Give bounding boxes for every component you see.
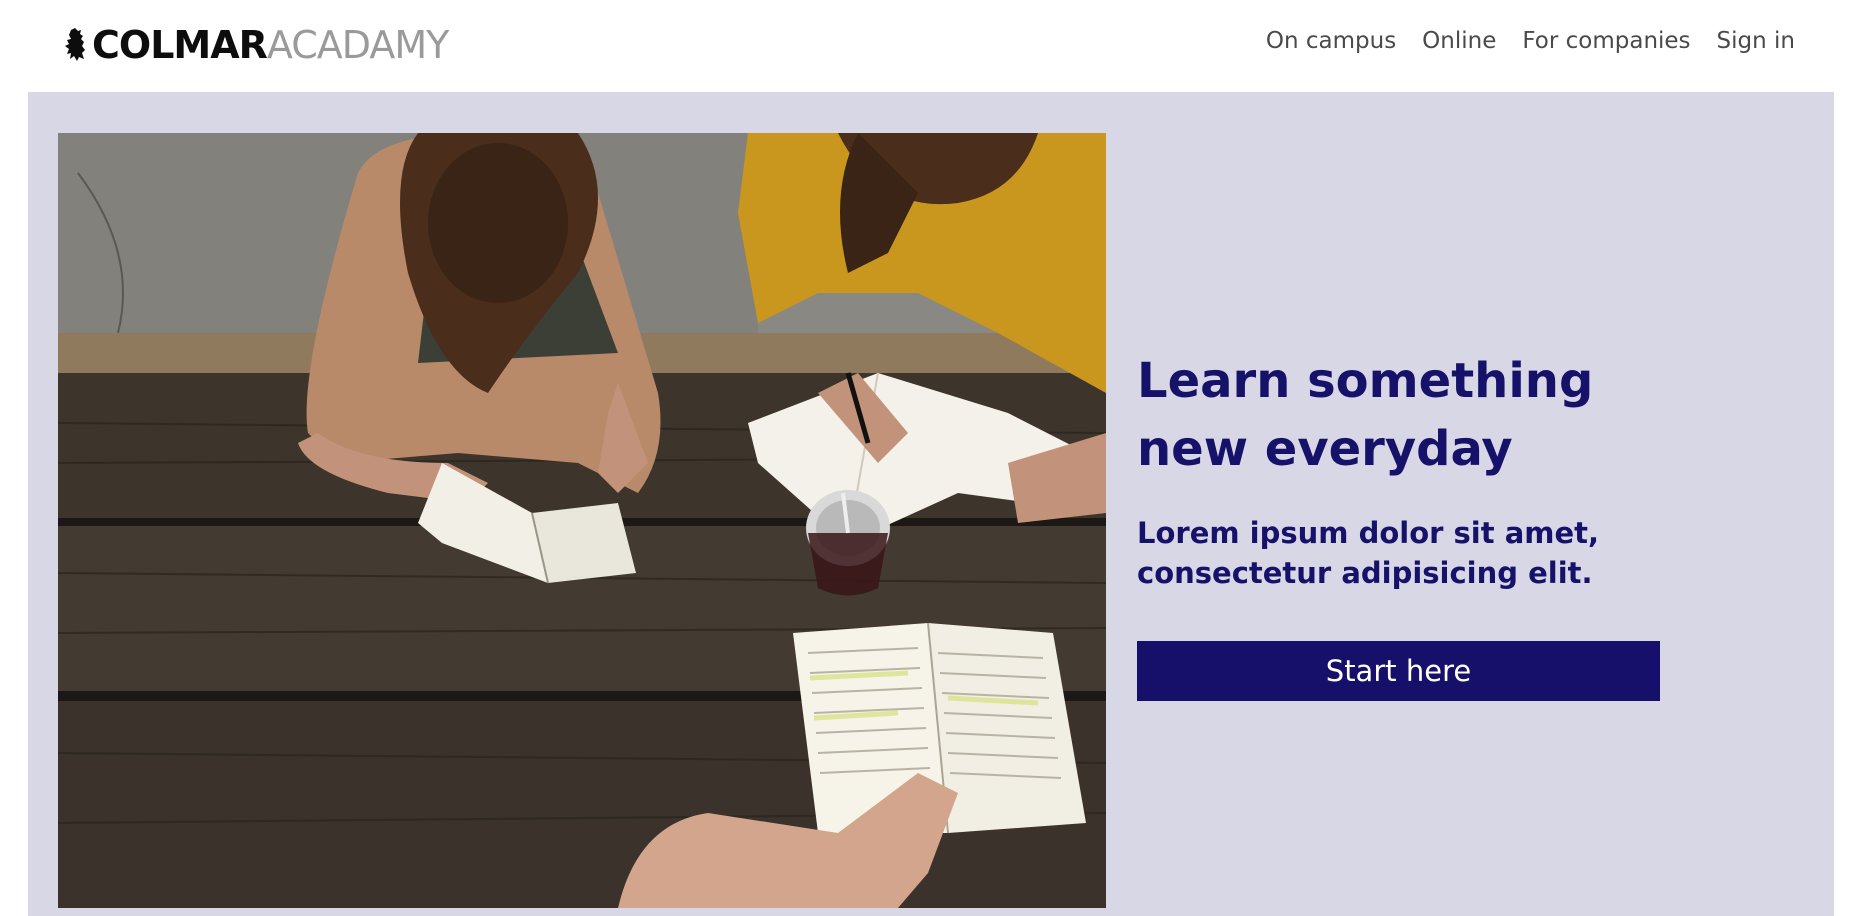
site-header: COLMAR ACADAMY On campus Online For compa… xyxy=(0,0,1861,92)
hero-text-block: Learn something new everyday Lorem ipsum… xyxy=(1137,347,1737,593)
brand-name-light: ACADAMY xyxy=(266,23,449,67)
nav-online[interactable]: Online xyxy=(1422,28,1496,54)
brand-logo[interactable]: COLMAR ACADAMY xyxy=(62,20,449,70)
lion-rampant-icon xyxy=(62,27,90,63)
hero-subtitle: Lorem ipsum dolor sit amet, consectetur … xyxy=(1137,516,1600,590)
hero-photo xyxy=(58,133,1106,908)
nav-sign-in[interactable]: Sign in xyxy=(1717,28,1795,54)
students-studying-illustration xyxy=(58,133,1106,908)
nav-for-companies[interactable]: For companies xyxy=(1522,28,1690,54)
nav-on-campus[interactable]: On campus xyxy=(1266,28,1396,54)
hero-title: Learn something new everyday xyxy=(1137,353,1594,477)
brand-name-bold: COLMAR xyxy=(92,23,268,67)
start-here-button[interactable]: Start here xyxy=(1137,641,1660,701)
hero-section: Learn something new everyday Lorem ipsum… xyxy=(28,92,1834,916)
main-nav: On campus Online For companies Sign in xyxy=(1266,28,1795,54)
